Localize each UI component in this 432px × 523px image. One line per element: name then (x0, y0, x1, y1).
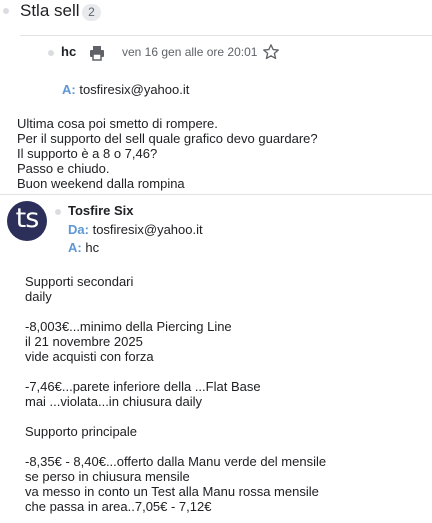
divider (0, 194, 432, 195)
body-line: -7,46€...parete inferiore della ...Flat … (25, 379, 261, 394)
avatar[interactable]: ts (7, 201, 47, 241)
body-line: mai ...violata...in chiusura daily (25, 394, 203, 409)
from-label: Da: (68, 222, 89, 237)
star-outline-icon[interactable] (262, 43, 280, 61)
thread-subject: Stla sell (20, 1, 80, 20)
to-label: A: (68, 240, 82, 255)
message-body: Supporti secondari daily -8,003€...minim… (25, 274, 326, 514)
body-line: Supporti secondari (25, 274, 134, 289)
sender-name[interactable]: Tosfire Six (68, 203, 134, 218)
body-line: Supporto principale (25, 424, 138, 439)
body-line: daily (25, 289, 52, 304)
from-line: Da: tosfiresix@yahoo.it (68, 222, 203, 237)
body-line: Buon weekend dalla rompina (17, 176, 185, 191)
body-line: va messo in conto un Test alla Manu ross… (25, 484, 319, 499)
body-line: il 21 novembre 2025 (25, 334, 143, 349)
recipient-line: A: hc (68, 240, 99, 255)
message-count-badge: 2 (82, 4, 101, 21)
body-line: -8,35€ - 8,40€...offerto dalla Manu verd… (25, 454, 327, 469)
body-line: vide acquisti con forza (25, 349, 154, 364)
message-date: ven 16 gen alle ore 20:01 (122, 45, 258, 59)
unread-dot-icon (3, 8, 9, 14)
body-line: Ultima cosa poi smetto di rompere. (17, 116, 218, 131)
status-dot-icon (55, 209, 61, 215)
message-body: Ultima cosa poi smetto di rompere. Per i… (17, 116, 318, 191)
body-line: se perso in chiusura mensile (25, 469, 190, 484)
subject-row: Stla sell 2 (0, 0, 432, 26)
recipient-line: A: tosfiresix@yahoo.it (62, 82, 189, 97)
body-line: che passa in area..7,05€ - 7,12€ (25, 499, 212, 514)
to-label: A: (62, 82, 76, 97)
to-address[interactable]: tosfiresix@yahoo.it (79, 82, 189, 97)
status-dot-icon (48, 50, 54, 56)
body-line: Passo e chiudo. (17, 161, 110, 176)
divider (20, 35, 432, 36)
body-line: Il supporto è a 8 o 7,46? (17, 146, 158, 161)
body-line: Per il supporto del sell quale grafico d… (17, 131, 318, 146)
to-address[interactable]: hc (85, 240, 99, 255)
sender-name[interactable]: hc (61, 44, 76, 59)
body-line: -8,003€...minimo della Piercing Line (25, 319, 232, 334)
from-address[interactable]: tosfiresix@yahoo.it (93, 222, 203, 237)
print-icon[interactable] (88, 44, 106, 62)
